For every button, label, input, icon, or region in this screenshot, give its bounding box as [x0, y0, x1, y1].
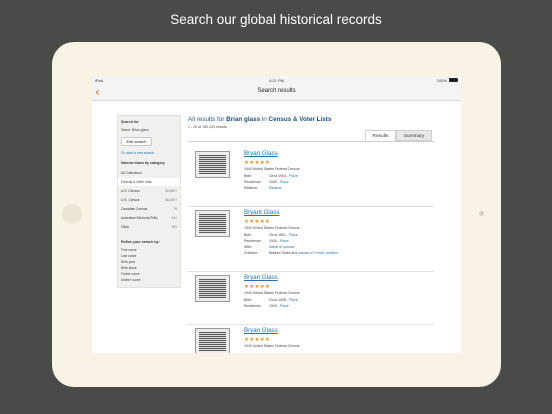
- refine-mother-name[interactable]: Mother name: [121, 278, 140, 282]
- search-sidebar: Search for Name: Brian glass Edit search…: [117, 115, 181, 288]
- category-all-collections[interactable]: All Collections: [118, 169, 180, 177]
- field-label: Residence:: [244, 239, 262, 243]
- record-divider: [188, 206, 434, 207]
- narrow-category-label: Narrow down by category: [121, 161, 165, 165]
- field-label: Children:: [244, 251, 259, 255]
- tab-summary[interactable]: Summary: [396, 130, 432, 141]
- search-name-line: Name: Brian glass: [121, 128, 149, 132]
- field-value: 1940 - Place: [269, 239, 289, 243]
- nav-title: Search results: [257, 88, 296, 94]
- field-value: Mildred Glass and names of 2 more childr…: [269, 251, 338, 255]
- refine-father-name[interactable]: Father name: [121, 272, 140, 276]
- category-us-census[interactable]: U.S. Census 55,000+: [118, 187, 180, 195]
- record-divider: [188, 271, 434, 272]
- record-name-link[interactable]: Bryan Glass: [244, 150, 278, 157]
- status-time: 4:21 PM: [269, 78, 284, 83]
- nav-bar: ‹ Search results: [92, 84, 461, 101]
- record-name-link[interactable]: Bryan Glass: [244, 327, 278, 334]
- field-label: Birth:: [244, 298, 253, 302]
- category-other[interactable]: Other 181: [118, 223, 180, 231]
- star-rating: ★★★★★: [244, 160, 271, 166]
- record-image-thumbnail[interactable]: [195, 210, 230, 237]
- category-census-voter-lists[interactable]: Census & Voter Lists: [118, 178, 180, 186]
- field-label: Relation:: [244, 186, 258, 190]
- record-collection: 1940 United States Federal Census: [244, 226, 300, 230]
- category-us-census-2[interactable]: U.S. Census 55,000+: [118, 196, 180, 204]
- field-value: 1940 - Place: [269, 304, 289, 308]
- refine-label: Refine your search by:: [121, 240, 160, 244]
- record-image-thumbnail[interactable]: [195, 328, 230, 353]
- refine-last-name[interactable]: Last name: [121, 254, 136, 258]
- field-value: Circa 1891 - Place: [269, 233, 298, 237]
- refine-birth-year[interactable]: Birth year: [121, 260, 135, 264]
- star-rating: ★★★★★: [244, 219, 271, 225]
- record-name-link[interactable]: Bryan Glass: [244, 274, 278, 281]
- record-name-link[interactable]: Bryant Glass: [244, 209, 279, 216]
- field-value: 1940 - Place: [269, 180, 289, 184]
- record-collection: 1940 United States Federal Census: [244, 344, 300, 348]
- status-bar: iPad 4:21 PM 100%: [92, 76, 461, 84]
- field-value: Relation: [269, 186, 282, 190]
- edit-search-button[interactable]: Edit search: [121, 137, 152, 146]
- field-label: Residence:: [244, 180, 262, 184]
- field-value: Circa 1903 - Place: [269, 174, 298, 178]
- app-screen: iPad 4:21 PM 100% ‹ Search results Searc…: [92, 76, 461, 353]
- tab-divider: [188, 141, 434, 142]
- results-heading: All results for Brian glass in Census & …: [188, 116, 332, 123]
- record-collection: 1940 United States Federal Census: [244, 291, 300, 295]
- home-button[interactable]: [62, 204, 82, 224]
- battery-icon: [449, 78, 458, 82]
- field-value: Name of spouse: [269, 245, 295, 249]
- promo-headline: Search our global historical records: [170, 12, 382, 27]
- battery-percent: 100%: [436, 78, 447, 83]
- refine-first-name[interactable]: First name: [121, 248, 137, 252]
- record-collection: 1940 United States Federal Census: [244, 167, 300, 171]
- field-label: Wife:: [244, 245, 252, 249]
- search-for-label: Search for: [121, 120, 139, 124]
- field-label: Residence:: [244, 304, 262, 308]
- category-australian-electoral[interactable]: Australian Electoral Rolls 341: [118, 214, 180, 222]
- star-rating: ★★★★★: [244, 337, 271, 343]
- category-canadian-census[interactable]: Canadian Census 79: [118, 205, 180, 213]
- refine-birth-place[interactable]: Birth place: [121, 266, 137, 270]
- record-image-thumbnail[interactable]: [195, 275, 230, 302]
- field-label: Birth:: [244, 233, 253, 237]
- results-count: 1 - 20 of 190,243 results: [188, 125, 227, 129]
- camera-dot: [479, 211, 484, 216]
- tab-results[interactable]: Results: [365, 130, 396, 141]
- star-rating: ★★★★★: [244, 284, 271, 290]
- field-value: Circa 1908 - Place: [269, 298, 298, 302]
- new-search-link[interactable]: Or, start a new search: [121, 151, 154, 155]
- field-label: Birth:: [244, 174, 253, 178]
- record-divider: [188, 324, 434, 325]
- record-image-thumbnail[interactable]: [195, 151, 230, 178]
